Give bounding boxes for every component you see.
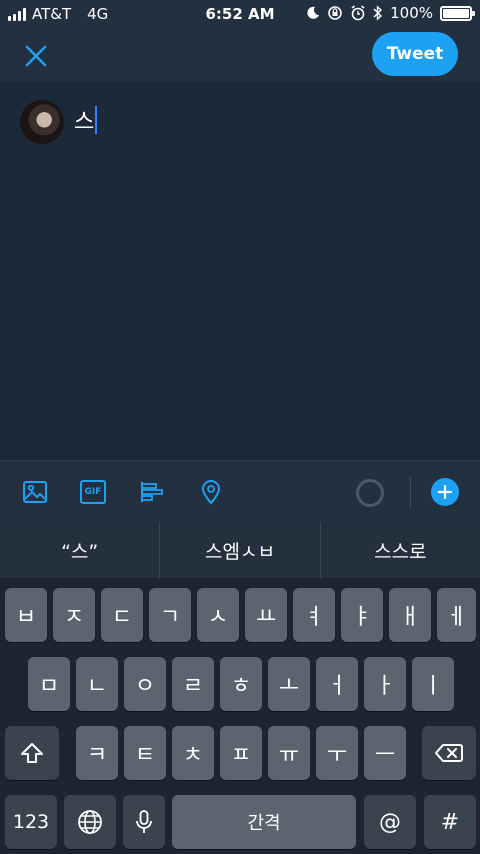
toolbar-divider [410, 477, 411, 509]
key[interactable]: ㅜ [316, 726, 358, 780]
gif-icon[interactable]: GIF [80, 480, 106, 504]
add-icon [438, 485, 452, 499]
key[interactable]: ㄷ [101, 588, 143, 642]
compose-header: Tweet [0, 28, 480, 82]
key[interactable]: ㅕ [293, 588, 335, 642]
key[interactable]: ㅂ [5, 588, 47, 642]
key[interactable]: ㅋ [76, 726, 118, 780]
microphone-key[interactable] [123, 795, 165, 849]
key[interactable]: ㅛ [245, 588, 287, 642]
status-right: 100% [306, 4, 475, 22]
backspace-icon [435, 744, 463, 762]
key[interactable]: ㅁ [28, 657, 70, 711]
tweet-text-input[interactable]: 스 [74, 104, 98, 136]
keyboard: ㅂ ㅈ ㄷ ㄱ ㅅ ㅛ ㅕ ㅑ ㅐ ㅔ ㅁ ㄴ ㅇ ㄹ ㅎ ㅗ ㅓ ㅏ ㅣ ㅋ … [0, 578, 480, 854]
key[interactable]: ㅎ [220, 657, 262, 711]
add-tweet-button[interactable] [431, 478, 459, 506]
space-key[interactable]: 간격 [172, 795, 356, 849]
key[interactable]: ㅇ [124, 657, 166, 711]
shift-key[interactable] [5, 726, 59, 780]
gif-label: GIF [84, 487, 102, 497]
text-caret [95, 106, 98, 134]
key[interactable]: ㄹ [172, 657, 214, 711]
key[interactable]: ㅗ [268, 657, 310, 711]
globe-icon [78, 810, 102, 834]
shift-icon [21, 743, 43, 763]
status-bar: AT&T 4G 6:52 AM 100% [0, 0, 480, 28]
battery-percent: 100% [390, 4, 433, 22]
bluetooth-icon [373, 5, 383, 21]
location-icon[interactable] [198, 479, 224, 505]
compose-toolbar: GIF [0, 460, 480, 522]
image-icon[interactable] [22, 479, 48, 505]
key[interactable]: ㅓ [316, 657, 358, 711]
poll-icon[interactable] [139, 479, 165, 505]
hash-key[interactable]: # [424, 795, 476, 849]
battery-icon [440, 5, 475, 21]
suggestion-item[interactable]: 스엠ㅅㅂ [159, 522, 319, 578]
tweet-text: 스 [74, 110, 95, 135]
key[interactable]: ㅐ [389, 588, 431, 642]
key[interactable]: ㅌ [124, 726, 166, 780]
tweet-button[interactable]: Tweet [372, 32, 458, 76]
close-icon[interactable] [22, 42, 50, 70]
key[interactable]: ㅑ [341, 588, 383, 642]
delete-key[interactable] [422, 726, 476, 780]
key[interactable]: ㅅ [197, 588, 239, 642]
rotation-lock-icon [328, 6, 342, 20]
alarm-icon [351, 5, 365, 21]
predictive-bar: “스” 스엠ㅅㅂ 스스로 [0, 522, 480, 578]
key[interactable]: ㄴ [76, 657, 118, 711]
numbers-key[interactable]: 123 [5, 795, 57, 849]
key[interactable]: ㄱ [149, 588, 191, 642]
key[interactable]: ㅠ [268, 726, 310, 780]
key[interactable]: ㅈ [53, 588, 95, 642]
suggestion-item[interactable]: “스” [0, 522, 159, 578]
key[interactable]: ㅏ [364, 657, 406, 711]
at-key[interactable]: @ [364, 795, 416, 849]
key[interactable]: ㅔ [437, 588, 476, 642]
key[interactable]: ㅍ [220, 726, 262, 780]
character-count-ring [356, 479, 384, 507]
key[interactable]: ㅣ [412, 657, 454, 711]
key[interactable]: ㅊ [172, 726, 214, 780]
compose-area[interactable]: 스 [0, 82, 480, 460]
key[interactable]: ㅡ [364, 726, 406, 780]
globe-key[interactable] [64, 795, 116, 849]
microphone-icon [136, 810, 152, 833]
avatar [20, 100, 64, 144]
moon-icon [307, 6, 320, 19]
suggestion-item[interactable]: 스스로 [319, 522, 480, 578]
